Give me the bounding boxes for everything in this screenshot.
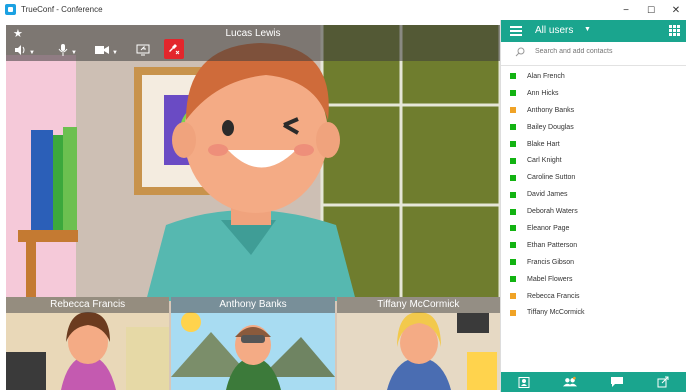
contact-item[interactable]: Carl Knight bbox=[501, 152, 686, 169]
contact-name: Carl Knight bbox=[527, 157, 562, 165]
status-indicator bbox=[510, 276, 516, 283]
trueconf-app-icon bbox=[5, 4, 16, 15]
contact-item[interactable]: Ann Hicks bbox=[501, 85, 686, 102]
contact-name: Bailey Douglas bbox=[527, 123, 574, 131]
status-indicator bbox=[510, 157, 516, 164]
contact-name: Rebecca Francis bbox=[527, 292, 580, 300]
speaker-volume-button[interactable]: ▼ bbox=[14, 41, 35, 59]
participant-thumbnails: Rebecca Francis Anthony Banks Tiffany Mc… bbox=[6, 297, 500, 390]
close-button[interactable]: ✕ bbox=[661, 0, 686, 20]
chevron-down-icon: ▼ bbox=[29, 50, 35, 56]
search-icon bbox=[515, 47, 525, 57]
contact-item[interactable]: Tiffany McCormick bbox=[501, 304, 686, 321]
speaker-icon bbox=[15, 45, 25, 55]
status-indicator bbox=[510, 141, 516, 147]
chat-icon[interactable] bbox=[610, 376, 624, 388]
contact-list: Alan French Ann Hicks Anthony Banks Bailey … bbox=[501, 68, 686, 321]
status-indicator bbox=[510, 90, 516, 97]
participant-name: Rebecca Francis bbox=[6, 297, 170, 313]
call-toolbar: ★ Lucas Lewis ▼ ▼ ▼ bbox=[6, 25, 500, 61]
contact-name: Eleanor Page bbox=[527, 224, 570, 232]
status-indicator bbox=[510, 242, 516, 249]
contact-item[interactable]: Bailey Douglas bbox=[501, 119, 686, 136]
status-indicator bbox=[510, 293, 516, 300]
contact-name: Francis Gibson bbox=[527, 258, 575, 266]
participant-tile[interactable]: Rebecca Francis bbox=[6, 297, 170, 390]
status-indicator bbox=[510, 174, 516, 181]
menu-icon[interactable] bbox=[510, 26, 522, 36]
status-indicator bbox=[510, 107, 516, 114]
microphone-icon bbox=[58, 44, 68, 56]
contact-name: Anthony Banks bbox=[527, 106, 575, 114]
contact-item[interactable]: Anthony Banks bbox=[501, 102, 686, 119]
status-indicator bbox=[510, 259, 516, 266]
contact-name: Ann Hicks bbox=[527, 89, 559, 97]
title-bar: TrueConf - Conference − ☐ ✕ bbox=[0, 0, 686, 20]
contact-item[interactable]: Rebecca Francis bbox=[501, 288, 686, 305]
search-input[interactable] bbox=[535, 48, 675, 55]
contact-item[interactable]: Francis Gibson bbox=[501, 254, 686, 271]
participant-tile[interactable]: Tiffany McCormick bbox=[336, 297, 500, 390]
contacts-panel: All users ▼ Alan French Ann Hicks Anthony … bbox=[501, 20, 686, 392]
camera-button[interactable]: ▼ bbox=[95, 41, 118, 59]
chevron-down-icon: ▼ bbox=[112, 50, 118, 56]
contact-name: David James bbox=[527, 191, 568, 199]
status-indicator bbox=[510, 225, 516, 232]
screen-share-icon bbox=[136, 44, 150, 56]
chevron-down-icon: ▼ bbox=[71, 50, 77, 56]
contact-item[interactable]: Blake Hart bbox=[501, 136, 686, 153]
contact-name: Blake Hart bbox=[527, 140, 560, 148]
contact-item[interactable]: Mabel Flowers bbox=[501, 271, 686, 288]
status-indicator bbox=[510, 73, 516, 80]
status-indicator bbox=[510, 309, 516, 316]
speaker-name: Lucas Lewis bbox=[225, 28, 281, 39]
contact-item[interactable]: Deborah Waters bbox=[501, 203, 686, 220]
status-indicator bbox=[510, 191, 516, 198]
status-indicator bbox=[510, 208, 516, 215]
end-call-icon bbox=[169, 44, 180, 55]
contact-item[interactable]: Eleanor Page bbox=[501, 220, 686, 237]
participant-name: Tiffany McCormick bbox=[336, 297, 500, 313]
conference-window: TrueConf - Conference − ☐ ✕ ★ Lucas Lewi… bbox=[0, 0, 686, 392]
contacts-filter-dropdown[interactable]: All users bbox=[535, 25, 573, 36]
participant-name: Anthony Banks bbox=[171, 297, 335, 313]
contact-name: Caroline Sutton bbox=[527, 174, 576, 182]
participant-tile[interactable]: Anthony Banks bbox=[171, 297, 335, 390]
video-area: ★ Lucas Lewis ▼ ▼ ▼ Rebecca Francis Anth… bbox=[6, 25, 500, 390]
search-bar bbox=[501, 42, 686, 66]
panel-header: All users ▼ bbox=[501, 20, 686, 42]
contact-name: Tiffany McCormick bbox=[527, 309, 585, 317]
panel-footer bbox=[501, 372, 686, 392]
contacts-icon[interactable] bbox=[517, 376, 531, 388]
contact-item[interactable]: Caroline Sutton bbox=[501, 169, 686, 186]
contact-name: Deborah Waters bbox=[527, 208, 578, 216]
contact-item[interactable]: Ethan Patterson bbox=[501, 237, 686, 254]
contact-item[interactable]: David James bbox=[501, 186, 686, 203]
microphone-button[interactable]: ▼ bbox=[58, 41, 77, 59]
contact-name: Alan French bbox=[527, 72, 565, 80]
participants-icon[interactable] bbox=[563, 376, 578, 388]
camera-icon bbox=[95, 46, 109, 54]
hang-up-button[interactable] bbox=[164, 39, 184, 59]
contact-name: Ethan Patterson bbox=[527, 241, 578, 249]
contact-name: Mabel Flowers bbox=[527, 275, 573, 283]
status-indicator bbox=[510, 124, 516, 131]
content-share-icon[interactable] bbox=[656, 376, 670, 388]
main-speaker-video bbox=[6, 25, 500, 301]
window-title: TrueConf - Conference bbox=[21, 5, 103, 14]
contact-item[interactable]: Alan French bbox=[501, 68, 686, 85]
chevron-down-icon[interactable]: ▼ bbox=[584, 26, 591, 33]
dialpad-icon[interactable] bbox=[669, 25, 680, 36]
share-screen-button[interactable] bbox=[136, 41, 150, 59]
